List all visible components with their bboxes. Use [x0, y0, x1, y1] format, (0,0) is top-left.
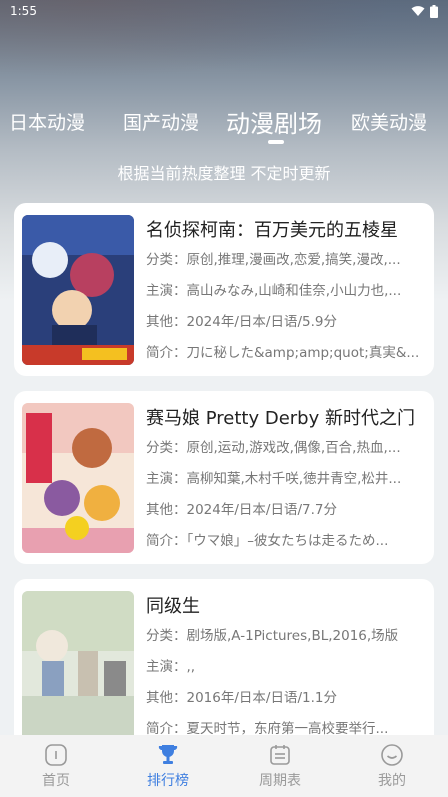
tab-anime-theater[interactable]: 动漫剧场	[226, 104, 322, 139]
anime-card[interactable]: 名侦探柯南：百万美元的五棱星 分类：原创,推理,漫画改,恋爱,搞笑,漫改,...…	[14, 203, 434, 376]
anime-other: 其他：2024年/日本/日语/5.9分	[146, 314, 337, 330]
nav-label: 周期表	[259, 773, 301, 789]
bottom-nav: 首页 排行榜 周期表 我的	[0, 735, 448, 797]
anime-cast: 主演：,,	[146, 659, 196, 675]
calendar-icon	[270, 745, 290, 765]
anime-intro: 简介：「ウマ娘」–彼女たちは走るため...	[146, 533, 389, 549]
nav-profile[interactable]: 我的	[336, 735, 448, 797]
status-time: 1:55	[10, 4, 37, 18]
home-icon	[45, 744, 67, 766]
anime-other: 其他：2016年/日本/日语/1.1分	[146, 690, 337, 706]
anime-card[interactable]: 同级生 分类：剧场版,A-1Pictures,BL,2016,场版 主演：,, …	[14, 579, 434, 752]
anime-title: 赛马娘 Pretty Derby 新时代之门	[146, 408, 415, 429]
active-tab-indicator	[268, 140, 284, 144]
nav-home[interactable]: 首页	[0, 735, 112, 797]
nav-label: 首页	[42, 773, 70, 789]
anime-category: 分类：原创,运动,游戏改,偶像,百合,热血,...	[146, 440, 401, 456]
anime-card[interactable]: 赛马娘 Pretty Derby 新时代之门 分类：原创,运动,游戏改,偶像,百…	[14, 391, 434, 564]
anime-other: 其他：2024年/日本/日语/7.7分	[146, 502, 337, 518]
poster-image	[22, 403, 134, 553]
smiley-icon	[381, 744, 403, 766]
tab-western-anime[interactable]: 欧美动漫	[351, 108, 427, 135]
nav-schedule[interactable]: 周期表	[224, 735, 336, 797]
nav-label: 排行榜	[147, 773, 189, 789]
trophy-icon	[158, 745, 178, 764]
anime-category: 分类：原创,推理,漫画改,恋爱,搞笑,漫改,...	[146, 252, 401, 268]
anime-title: 同级生	[146, 596, 200, 617]
poster-image	[22, 215, 134, 365]
status-bar: 1:55	[0, 0, 448, 22]
anime-category: 分类：剧场版,A-1Pictures,BL,2016,场版	[146, 628, 399, 644]
anime-title: 名侦探柯南：百万美元的五棱星	[146, 220, 398, 241]
anime-intro: 简介：刀に秘した&amp;amp;quot;真実&...	[146, 345, 420, 361]
tab-japanese-anime[interactable]: 日本动漫	[9, 108, 85, 135]
nav-label: 我的	[378, 773, 406, 789]
battery-icon	[430, 4, 438, 18]
nav-ranking[interactable]: 排行榜	[112, 735, 224, 797]
anime-cast: 主演：高柳知葉,木村千咲,徳井青空,松井...	[146, 471, 402, 487]
anime-cast: 主演：高山みなみ,山崎和佳奈,小山力也,...	[146, 283, 402, 299]
tab-chinese-anime[interactable]: 国产动漫	[123, 108, 199, 135]
ranking-subtitle: 根据当前热度整理 不定时更新	[117, 164, 331, 183]
wifi-icon	[411, 6, 425, 16]
poster-image	[22, 591, 134, 741]
category-tabs: 日本动漫 国产动漫 动漫剧场 欧美动漫	[0, 98, 448, 144]
